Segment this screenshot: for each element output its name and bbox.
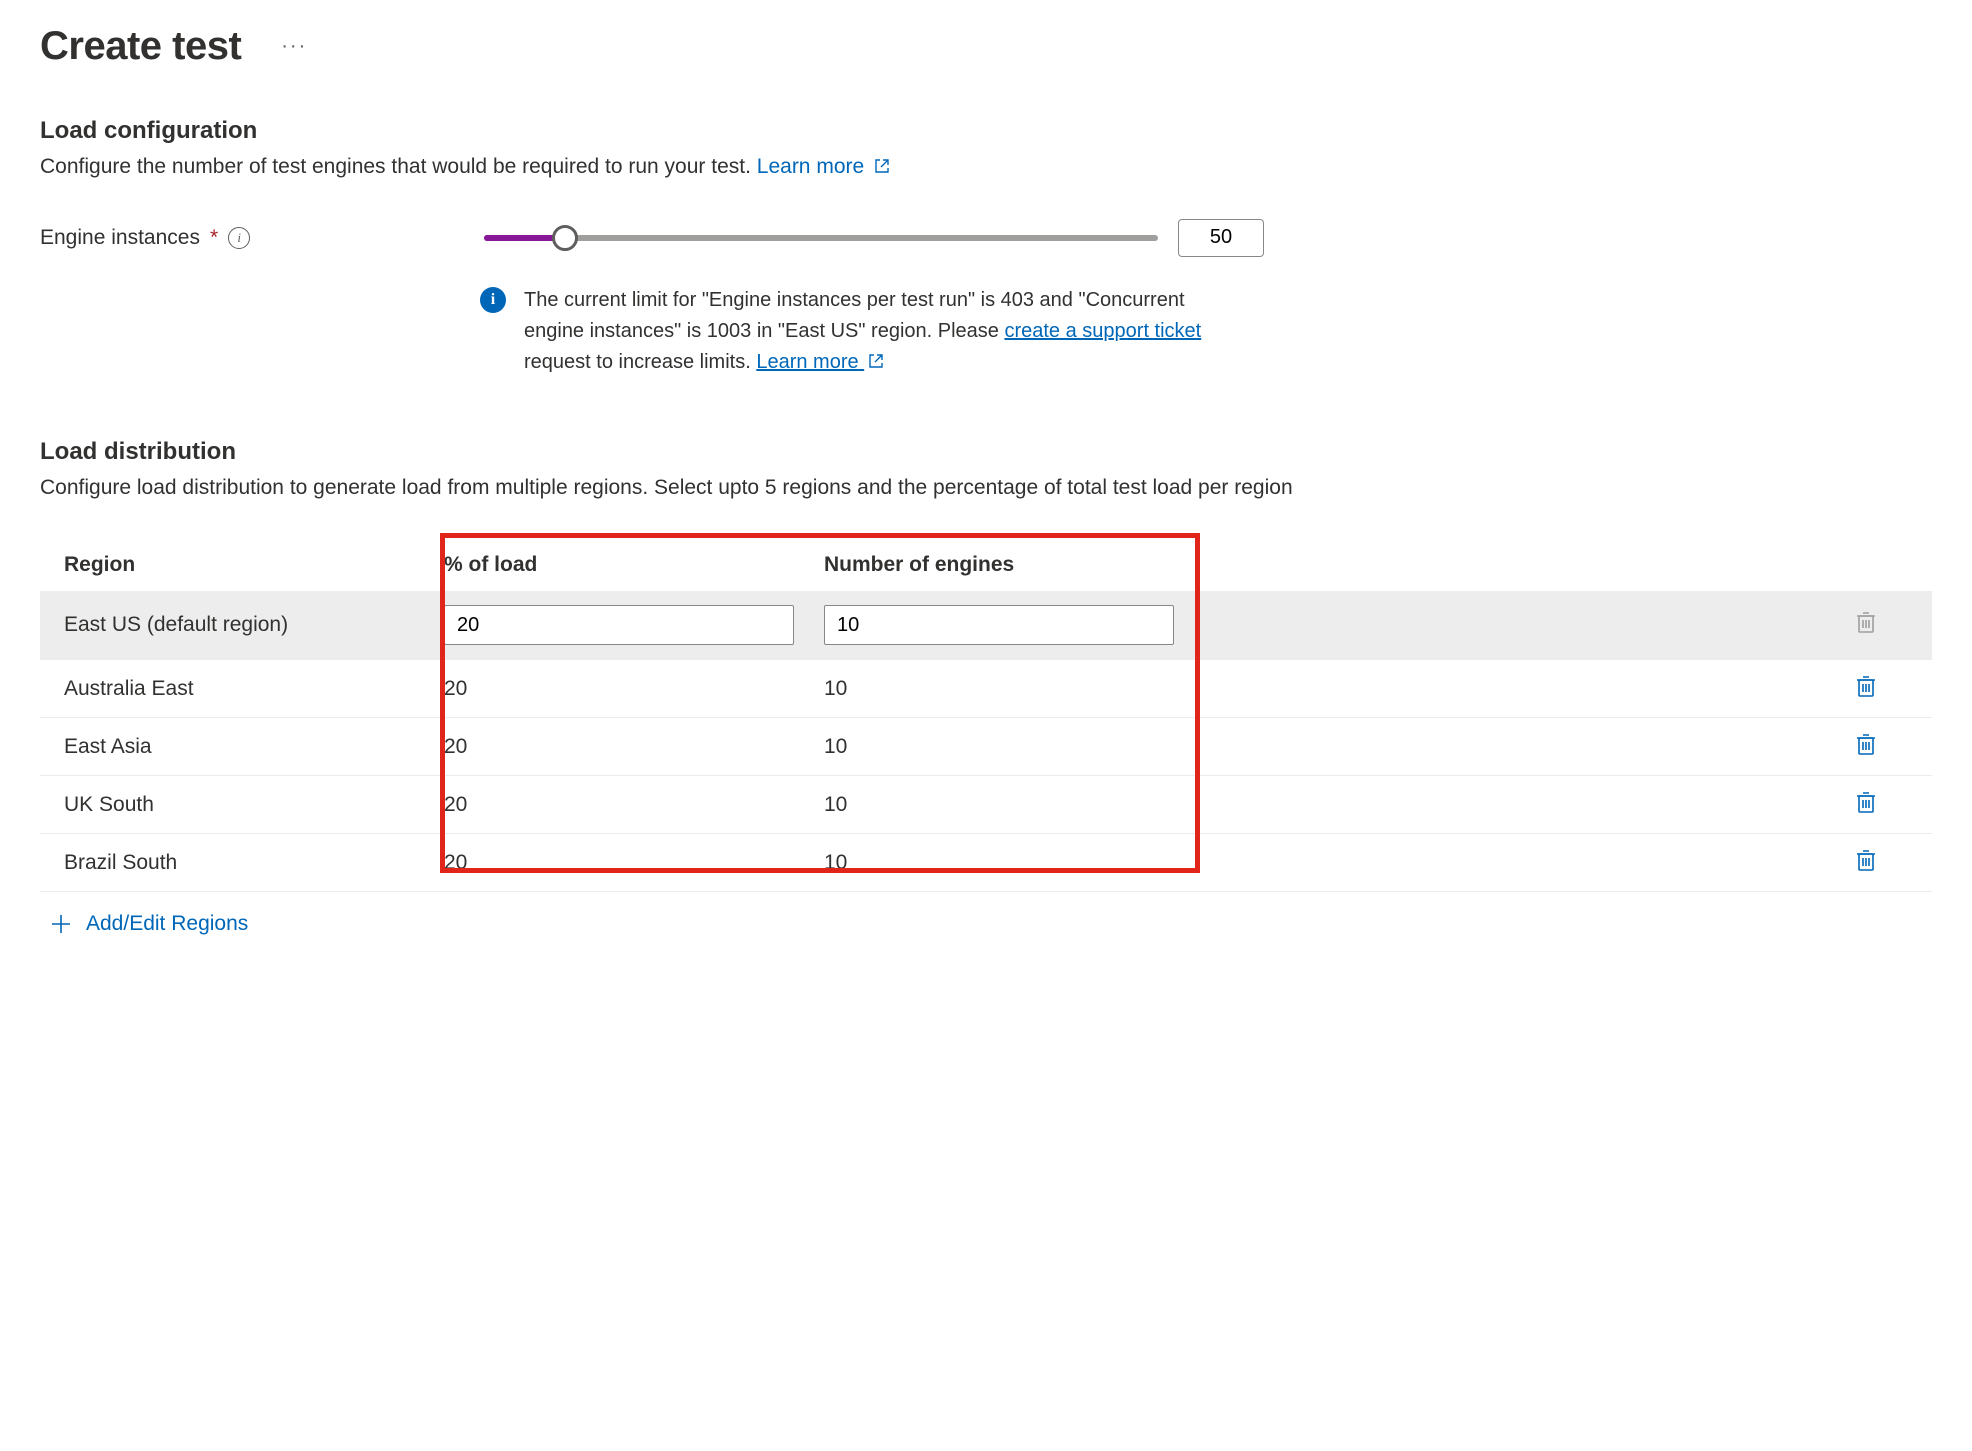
engines-value: 10 — [824, 735, 847, 758]
delete-row-button[interactable] — [1852, 849, 1880, 877]
trash-icon — [1854, 674, 1878, 704]
table-row: Brazil South 20 10 — [40, 834, 1932, 892]
engine-instances-label: Engine instances — [40, 226, 200, 250]
table-row: UK South 20 10 — [40, 776, 1932, 834]
load-config-learn-more-link[interactable]: Learn more — [757, 155, 890, 178]
load-config-title: Load configuration — [40, 117, 1932, 145]
region-name: Australia East — [64, 677, 444, 701]
region-name: East US (default region) — [64, 613, 444, 637]
trash-icon — [1854, 848, 1878, 878]
col-percent-header: % of load — [444, 553, 824, 577]
delete-row-button — [1852, 611, 1880, 639]
page-title: Create test — [40, 24, 241, 69]
col-region-header: Region — [64, 553, 444, 577]
engines-input[interactable] — [824, 605, 1174, 645]
percent-load-value: 20 — [444, 851, 467, 874]
required-indicator: * — [210, 226, 218, 250]
trash-icon — [1854, 610, 1878, 640]
engine-instances-input[interactable] — [1178, 219, 1264, 257]
load-config-description: Configure the number of test engines tha… — [40, 151, 1932, 183]
engine-limit-learn-more-link[interactable]: Learn more — [756, 351, 884, 373]
external-link-icon — [868, 353, 884, 369]
info-icon: i — [480, 287, 506, 313]
trash-icon — [1854, 790, 1878, 820]
table-row: Australia East 20 10 — [40, 660, 1932, 718]
region-name: East Asia — [64, 735, 444, 759]
percent-load-value: 20 — [444, 677, 467, 700]
engines-value: 10 — [824, 677, 847, 700]
delete-row-button[interactable] — [1852, 675, 1880, 703]
plus-icon — [50, 913, 72, 935]
percent-load-value: 20 — [444, 735, 467, 758]
engines-value: 10 — [824, 793, 847, 816]
col-engines-header: Number of engines — [824, 553, 1852, 577]
load-distribution-table: Region % of load Number of engines East … — [40, 539, 1932, 892]
table-header: Region % of load Number of engines — [40, 539, 1932, 591]
percent-load-input[interactable] — [444, 605, 794, 645]
engines-value: 10 — [824, 851, 847, 874]
region-name: Brazil South — [64, 851, 444, 875]
info-tooltip-icon[interactable]: i — [228, 227, 250, 249]
external-link-icon — [874, 158, 890, 174]
table-row: East US (default region) — [40, 591, 1932, 660]
load-distribution-description: Configure load distribution to generate … — [40, 472, 1932, 504]
create-support-ticket-link[interactable]: create a support ticket — [1004, 320, 1201, 342]
add-edit-regions-button[interactable]: Add/Edit Regions — [40, 892, 1932, 956]
delete-row-button[interactable] — [1852, 733, 1880, 761]
delete-row-button[interactable] — [1852, 791, 1880, 819]
engine-instances-slider[interactable] — [484, 226, 1158, 250]
load-distribution-title: Load distribution — [40, 438, 1932, 466]
add-edit-regions-label: Add/Edit Regions — [86, 912, 248, 936]
trash-icon — [1854, 732, 1878, 762]
engine-limit-info: The current limit for "Engine instances … — [524, 285, 1240, 378]
more-actions-button[interactable]: ··· — [281, 35, 307, 58]
percent-load-value: 20 — [444, 793, 467, 816]
region-name: UK South — [64, 793, 444, 817]
table-row: East Asia 20 10 — [40, 718, 1932, 776]
